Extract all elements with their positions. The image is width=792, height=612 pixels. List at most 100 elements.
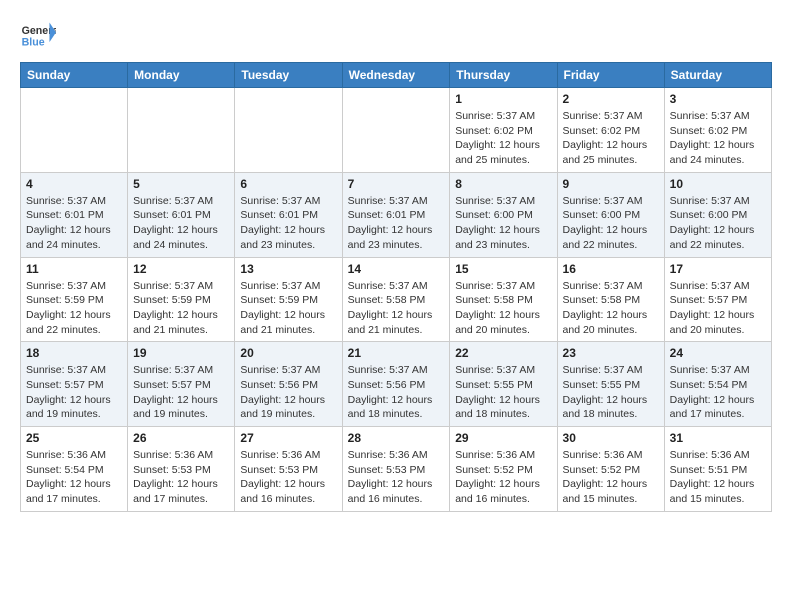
calendar-cell: 5Sunrise: 5:37 AM Sunset: 6:01 PM Daylig… <box>128 172 235 257</box>
calendar-cell: 26 Sunrise: 5:36 AM Sunset: 5:53 PM Dayli… <box>128 427 235 512</box>
calendar-cell: 13 Sunrise: 5:37 AM Sunset: 5:59 PM Dayli… <box>235 257 342 342</box>
day-number: 11 <box>26 262 122 276</box>
calendar-cell: 12 Sunrise: 5:37 AM Sunset: 5:59 PM Dayli… <box>128 257 235 342</box>
day-info: Sunrise: 5:36 AM Sunset: 5:54 PM Dayligh… <box>26 448 122 507</box>
day-info: Sunrise: 5:36 AM Sunset: 5:52 PM Dayligh… <box>563 448 659 507</box>
day-info: Sunrise: 5:36 AM Sunset: 5:53 PM Dayligh… <box>240 448 336 507</box>
day-info: Sunrise: 5:37 AM Sunset: 5:59 PM Dayligh… <box>26 279 122 338</box>
calendar-table: SundayMondayTuesdayWednesdayThursdayFrid… <box>20 62 772 512</box>
calendar-header-tuesday: Tuesday <box>235 63 342 88</box>
day-number: 10 <box>670 177 766 191</box>
day-info: Sunrise: 5:37 AM Sunset: 5:58 PM Dayligh… <box>348 279 445 338</box>
calendar-header-sunday: Sunday <box>21 63 128 88</box>
day-number: 12 <box>133 262 229 276</box>
day-number: 29 <box>455 431 551 445</box>
day-info: Sunrise: 5:37 AM Sunset: 6:01 PM Dayligh… <box>240 194 336 253</box>
calendar-cell <box>235 88 342 173</box>
day-number: 16 <box>563 262 659 276</box>
calendar-cell: 1 Sunrise: 5:37 AM Sunset: 6:02 PM Daylig… <box>450 88 557 173</box>
calendar-cell: 22 Sunrise: 5:37 AM Sunset: 5:55 PM Dayli… <box>450 342 557 427</box>
calendar-cell <box>21 88 128 173</box>
calendar-header-row: SundayMondayTuesdayWednesdayThursdayFrid… <box>21 63 772 88</box>
day-info: Sunrise: 5:36 AM Sunset: 5:53 PM Dayligh… <box>348 448 445 507</box>
calendar-cell <box>342 88 450 173</box>
calendar-cell: 16 Sunrise: 5:37 AM Sunset: 5:58 PM Dayli… <box>557 257 664 342</box>
calendar-cell: 30 Sunrise: 5:36 AM Sunset: 5:52 PM Dayli… <box>557 427 664 512</box>
day-number: 27 <box>240 431 336 445</box>
calendar-cell: 18 Sunrise: 5:37 AM Sunset: 5:57 PM Dayli… <box>21 342 128 427</box>
day-info: Sunrise: 5:37 AM Sunset: 6:01 PM Dayligh… <box>26 194 122 253</box>
day-number: 13 <box>240 262 336 276</box>
calendar-cell: 3 Sunrise: 5:37 AM Sunset: 6:02 PM Daylig… <box>664 88 771 173</box>
calendar-week-row: 1 Sunrise: 5:37 AM Sunset: 6:02 PM Daylig… <box>21 88 772 173</box>
day-info: Sunrise: 5:37 AM Sunset: 6:00 PM Dayligh… <box>670 194 766 253</box>
day-info: Sunrise: 5:37 AM Sunset: 6:02 PM Dayligh… <box>455 109 551 168</box>
calendar-cell: 25 Sunrise: 5:36 AM Sunset: 5:54 PM Dayli… <box>21 427 128 512</box>
day-number: 26 <box>133 431 229 445</box>
calendar-cell: 29 Sunrise: 5:36 AM Sunset: 5:52 PM Dayli… <box>450 427 557 512</box>
calendar-cell: 21Sunrise: 5:37 AM Sunset: 5:56 PM Dayli… <box>342 342 450 427</box>
calendar-header-friday: Friday <box>557 63 664 88</box>
day-info: Sunrise: 5:37 AM Sunset: 5:59 PM Dayligh… <box>133 279 229 338</box>
day-number: 6 <box>240 177 336 191</box>
day-info: Sunrise: 5:37 AM Sunset: 5:56 PM Dayligh… <box>240 363 336 422</box>
day-info: Sunrise: 5:36 AM Sunset: 5:51 PM Dayligh… <box>670 448 766 507</box>
day-number: 22 <box>455 346 551 360</box>
calendar-cell: 27 Sunrise: 5:36 AM Sunset: 5:53 PM Dayli… <box>235 427 342 512</box>
calendar-cell: 20Sunrise: 5:37 AM Sunset: 5:56 PM Dayli… <box>235 342 342 427</box>
day-info: Sunrise: 5:37 AM Sunset: 5:58 PM Dayligh… <box>563 279 659 338</box>
day-info: Sunrise: 5:37 AM Sunset: 6:02 PM Dayligh… <box>670 109 766 168</box>
svg-text:Blue: Blue <box>22 36 45 48</box>
day-number: 15 <box>455 262 551 276</box>
calendar-cell: 6 Sunrise: 5:37 AM Sunset: 6:01 PM Daylig… <box>235 172 342 257</box>
day-info: Sunrise: 5:37 AM Sunset: 5:55 PM Dayligh… <box>563 363 659 422</box>
day-info: Sunrise: 5:37 AM Sunset: 6:01 PM Dayligh… <box>348 194 445 253</box>
calendar-header-monday: Monday <box>128 63 235 88</box>
calendar-cell: 23 Sunrise: 5:37 AM Sunset: 5:55 PM Dayli… <box>557 342 664 427</box>
day-number: 17 <box>670 262 766 276</box>
calendar-cell <box>128 88 235 173</box>
day-info: Sunrise: 5:37 AM Sunset: 5:57 PM Dayligh… <box>133 363 229 422</box>
calendar-cell: 4 Sunrise: 5:37 AM Sunset: 6:01 PM Daylig… <box>21 172 128 257</box>
day-number: 7 <box>348 177 445 191</box>
calendar-cell: 31Sunrise: 5:36 AM Sunset: 5:51 PM Dayli… <box>664 427 771 512</box>
day-info: Sunrise: 5:37 AM Sunset: 5:57 PM Dayligh… <box>26 363 122 422</box>
day-number: 18 <box>26 346 122 360</box>
day-number: 8 <box>455 177 551 191</box>
day-number: 21 <box>348 346 445 360</box>
calendar-cell: 2Sunrise: 5:37 AM Sunset: 6:02 PM Daylig… <box>557 88 664 173</box>
day-number: 1 <box>455 92 551 106</box>
day-number: 25 <box>26 431 122 445</box>
calendar-cell: 7 Sunrise: 5:37 AM Sunset: 6:01 PM Daylig… <box>342 172 450 257</box>
calendar-cell: 17Sunrise: 5:37 AM Sunset: 5:57 PM Dayli… <box>664 257 771 342</box>
day-info: Sunrise: 5:36 AM Sunset: 5:53 PM Dayligh… <box>133 448 229 507</box>
day-info: Sunrise: 5:37 AM Sunset: 5:58 PM Dayligh… <box>455 279 551 338</box>
day-info: Sunrise: 5:37 AM Sunset: 6:00 PM Dayligh… <box>563 194 659 253</box>
page-header: General Blue <box>20 16 772 52</box>
day-info: Sunrise: 5:37 AM Sunset: 6:00 PM Dayligh… <box>455 194 551 253</box>
calendar-cell: 10 Sunrise: 5:37 AM Sunset: 6:00 PM Dayli… <box>664 172 771 257</box>
day-number: 23 <box>563 346 659 360</box>
calendar-week-row: 4 Sunrise: 5:37 AM Sunset: 6:01 PM Daylig… <box>21 172 772 257</box>
calendar-cell: 14 Sunrise: 5:37 AM Sunset: 5:58 PM Dayli… <box>342 257 450 342</box>
day-number: 2 <box>563 92 659 106</box>
calendar-cell: 15 Sunrise: 5:37 AM Sunset: 5:58 PM Dayli… <box>450 257 557 342</box>
day-number: 3 <box>670 92 766 106</box>
day-info: Sunrise: 5:36 AM Sunset: 5:52 PM Dayligh… <box>455 448 551 507</box>
calendar-cell: 19Sunrise: 5:37 AM Sunset: 5:57 PM Dayli… <box>128 342 235 427</box>
calendar-header-saturday: Saturday <box>664 63 771 88</box>
day-number: 14 <box>348 262 445 276</box>
day-number: 4 <box>26 177 122 191</box>
logo: General Blue <box>20 16 56 52</box>
logo-icon: General Blue <box>20 16 56 52</box>
day-number: 9 <box>563 177 659 191</box>
calendar-header-thursday: Thursday <box>450 63 557 88</box>
calendar-cell: 11 Sunrise: 5:37 AM Sunset: 5:59 PM Dayli… <box>21 257 128 342</box>
calendar-week-row: 25 Sunrise: 5:36 AM Sunset: 5:54 PM Dayli… <box>21 427 772 512</box>
calendar-week-row: 11 Sunrise: 5:37 AM Sunset: 5:59 PM Dayli… <box>21 257 772 342</box>
day-info: Sunrise: 5:37 AM Sunset: 5:55 PM Dayligh… <box>455 363 551 422</box>
calendar-cell: 28Sunrise: 5:36 AM Sunset: 5:53 PM Dayli… <box>342 427 450 512</box>
calendar-header-wednesday: Wednesday <box>342 63 450 88</box>
day-info: Sunrise: 5:37 AM Sunset: 5:59 PM Dayligh… <box>240 279 336 338</box>
day-number: 30 <box>563 431 659 445</box>
